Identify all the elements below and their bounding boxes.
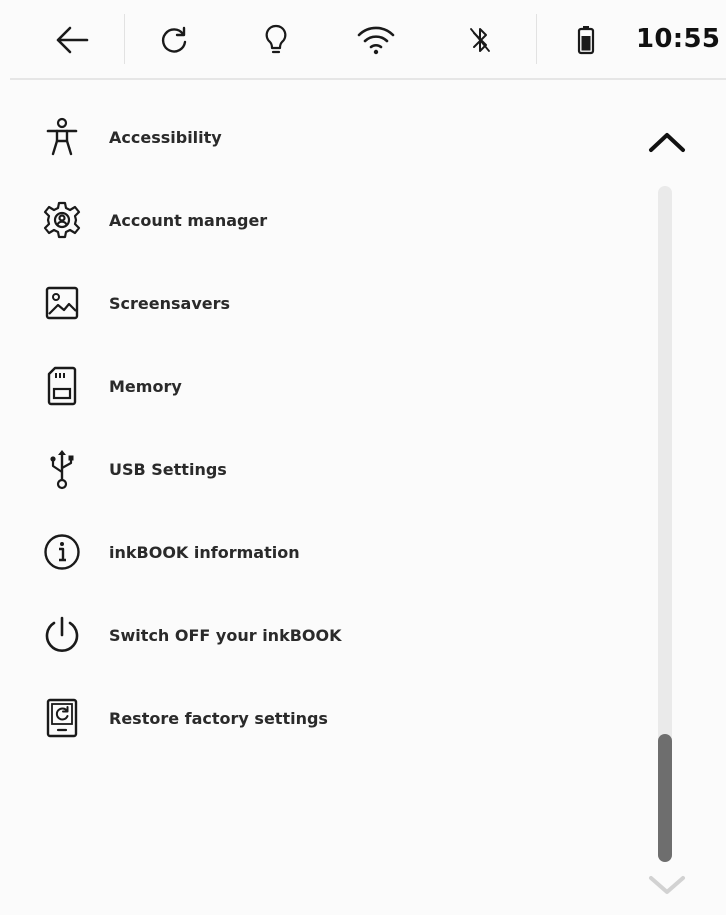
menu-item-label: Memory <box>109 376 182 396</box>
scrollbar-track[interactable] <box>658 186 672 862</box>
toolbar-divider <box>124 14 125 64</box>
status-bar: 10:55 <box>0 0 726 80</box>
gear-icon <box>40 198 84 242</box>
frontlight-bulb-icon[interactable] <box>256 20 296 60</box>
menu-item-screensavers[interactable]: Screensavers <box>40 268 600 338</box>
sd-card-icon <box>40 364 84 408</box>
menu-item-inkbook-information[interactable]: inkBOOK information <box>40 517 600 587</box>
wifi-icon[interactable] <box>356 20 396 60</box>
image-icon <box>40 281 84 325</box>
menu-item-usb-settings[interactable]: USB Settings <box>40 434 600 504</box>
clock: 10:55 <box>636 24 721 54</box>
menu-item-restore-factory-settings[interactable]: Restore factory settings <box>40 683 600 753</box>
back-arrow-icon[interactable] <box>52 20 92 60</box>
scroll-up-button[interactable] <box>640 120 694 168</box>
menu-item-label: Restore factory settings <box>109 708 328 728</box>
menu-item-label: USB Settings <box>109 459 227 479</box>
menu-item-label: Accessibility <box>109 127 222 147</box>
bluetooth-icon[interactable] <box>460 20 500 60</box>
menu-item-label: Account manager <box>109 210 268 230</box>
menu-item-accessibility[interactable]: Accessibility <box>40 102 600 172</box>
battery-icon[interactable] <box>566 20 606 60</box>
chevron-down-icon <box>647 872 687 900</box>
accessibility-icon <box>40 115 84 159</box>
menu-item-label: Switch OFF your inkBOOK <box>109 625 342 645</box>
info-icon <box>40 530 84 574</box>
status-bar-divider <box>10 78 726 80</box>
menu-item-switch-off[interactable]: Switch OFF your inkBOOK <box>40 600 600 670</box>
scrollbar-thumb[interactable] <box>658 733 672 862</box>
menu-item-memory[interactable]: Memory <box>40 351 600 421</box>
menu-item-label: inkBOOK information <box>109 542 300 562</box>
toolbar-divider <box>536 14 537 64</box>
scroll-down-button[interactable] <box>640 862 694 910</box>
menu-item-label: Screensavers <box>109 293 231 313</box>
menu-item-account-manager[interactable]: Account manager <box>40 185 600 255</box>
chevron-up-icon <box>647 130 687 158</box>
refresh-icon[interactable] <box>154 20 194 60</box>
usb-icon <box>40 447 84 491</box>
restore-device-icon <box>40 696 84 740</box>
power-icon <box>40 613 84 657</box>
